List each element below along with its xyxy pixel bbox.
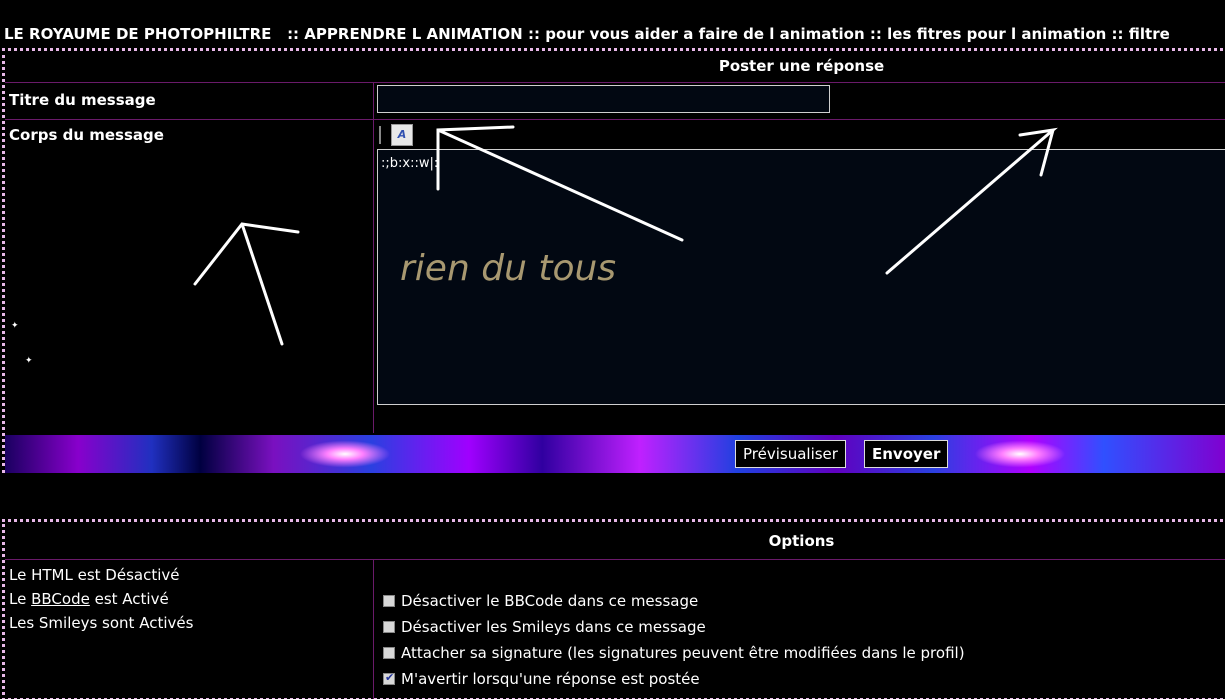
bbcode-link[interactable]: BBCode: [31, 590, 90, 608]
breadcrumb-site-link[interactable]: LE ROYAUME DE PHOTOPHILTRE: [4, 25, 271, 43]
bbcode-status: Le BBCode est Activé: [9, 590, 169, 608]
post-header-row: Poster une réponse: [5, 51, 1225, 83]
breadcrumb-separator: ::: [1111, 25, 1124, 43]
breadcrumb-sub3-link[interactable]: filtre: [1129, 25, 1170, 43]
title-label: Titre du message: [9, 91, 156, 109]
breadcrumb-separator: ::: [527, 25, 540, 43]
body-code-text: :;b:x::w|:: [381, 156, 439, 171]
breadcrumb-sub2-link[interactable]: les fitres pour l animation: [887, 25, 1106, 43]
options-header-row: Options: [5, 522, 1225, 560]
checkbox[interactable]: [383, 621, 395, 633]
checkbox[interactable]: [383, 595, 395, 607]
breadcrumb: LE ROYAUME DE PHOTOPHILTRE :: APPRENDRE …: [4, 24, 1170, 44]
column-divider: [373, 83, 374, 433]
breadcrumb-separator: ::: [869, 25, 882, 43]
toolbar-separator: [379, 126, 381, 144]
message-body-textarea[interactable]: :;b:x::w|: rien du tous: [377, 149, 1225, 405]
post-header-title: Poster une réponse: [718, 57, 885, 75]
body-label: Corps du message: [9, 126, 164, 144]
breadcrumb-separator: ::: [287, 25, 300, 43]
sparkle-icon: ✦: [25, 356, 33, 366]
actions-banner: Prévisualiser Envoyer: [5, 435, 1225, 473]
preview-button[interactable]: Prévisualiser: [735, 440, 846, 468]
checkbox[interactable]: [383, 647, 395, 659]
row-divider: [5, 119, 1225, 120]
sparkle-icon: ✦: [11, 321, 19, 331]
column-divider: [373, 560, 374, 699]
send-button[interactable]: Envoyer: [864, 440, 949, 468]
options-panel: Options Le HTML est Désactivé Le BBCode …: [2, 519, 1225, 699]
options-header-title: Options: [768, 532, 835, 550]
html-status: Le HTML est Désactivé: [9, 566, 180, 584]
checkbox-checked[interactable]: [383, 671, 395, 685]
post-reply-panel: Poster une réponse Titre du message Corp…: [2, 48, 1225, 473]
option-disable-smileys[interactable]: Désactiver les Smileys dans ce message: [383, 618, 706, 636]
option-notify-reply[interactable]: M'avertir lorsqu'une réponse est postée: [383, 670, 700, 688]
smileys-status: Les Smileys sont Activés: [9, 614, 194, 632]
title-input[interactable]: [377, 85, 830, 113]
body-text: rien du tous: [400, 248, 617, 289]
option-attach-signature[interactable]: Attacher sa signature (les signatures pe…: [383, 644, 965, 662]
breadcrumb-forum-link[interactable]: APPRENDRE L ANIMATION: [304, 25, 522, 43]
font-color-icon[interactable]: A: [391, 124, 413, 146]
option-disable-bbcode[interactable]: Désactiver le BBCode dans ce message: [383, 592, 698, 610]
breadcrumb-sub1-link[interactable]: pour vous aider a faire de l animation: [545, 25, 864, 43]
